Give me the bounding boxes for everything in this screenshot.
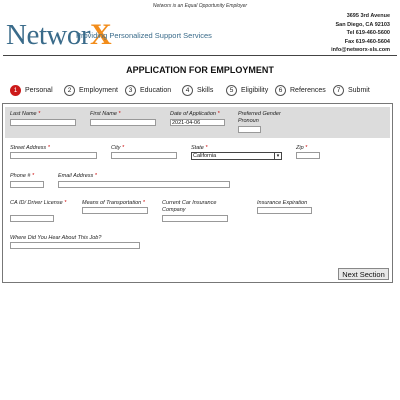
street-address-label: Street Address * xyxy=(10,145,50,151)
contact-address1: 3695 3rd Avenue xyxy=(346,13,390,19)
step-number-icon: 6 xyxy=(275,84,286,96)
step-label: Eligibility xyxy=(241,86,269,94)
step-label: Employment xyxy=(79,86,118,94)
date-of-application-label: Date of Application * xyxy=(170,111,220,117)
last-name-label: Last Name * xyxy=(10,111,41,117)
insurance-expiration-input[interactable] xyxy=(257,207,312,214)
ca-id-label: CA ID/ Driver License * xyxy=(10,200,67,206)
eoe-notice: Networx is an Equal Opportunity Employer xyxy=(152,3,248,9)
contact-email[interactable]: info@networx-sls.com xyxy=(331,46,390,55)
transportation-label: Means of Transportation * xyxy=(82,200,145,206)
step-employment[interactable]: 2 Employment xyxy=(64,83,118,97)
email-input[interactable] xyxy=(58,181,230,188)
step-personal[interactable]: 1 Personal xyxy=(10,83,53,97)
step-education[interactable]: 3 Education xyxy=(125,83,171,97)
zip-label: Zip * xyxy=(296,145,308,151)
first-name-input[interactable] xyxy=(90,119,156,126)
step-number-icon: 4 xyxy=(182,84,193,96)
street-address-input[interactable] xyxy=(10,152,97,159)
tagline: Providing Personalized Support Services xyxy=(76,31,212,40)
insurance-company-input[interactable] xyxy=(162,215,228,222)
contact-tel: Tel 619-460-5600 xyxy=(346,30,390,37)
phone-input[interactable] xyxy=(10,181,44,188)
heard-about-input[interactable] xyxy=(10,242,140,249)
ca-id-input[interactable] xyxy=(10,215,54,222)
last-name-input[interactable] xyxy=(10,119,76,126)
contact-fax: Fax 619-460-5604 xyxy=(344,38,390,45)
step-submit[interactable]: 7 Submit xyxy=(333,83,370,97)
step-label: Personal xyxy=(25,86,53,94)
step-label: Submit xyxy=(348,86,370,94)
phone-label: Phone # * xyxy=(10,173,35,179)
step-number-icon: 2 xyxy=(64,84,75,96)
step-skills[interactable]: 4 Skills xyxy=(182,83,213,97)
date-of-application-input[interactable]: 2021-04-06 xyxy=(170,119,225,126)
step-label: Skills xyxy=(197,86,214,94)
city-input[interactable] xyxy=(111,152,177,159)
state-select[interactable]: California ▾ xyxy=(191,152,282,160)
insurance-expiration-label: Insurance Expiration xyxy=(257,200,308,206)
email-label: Email Address * xyxy=(58,173,97,179)
next-section-button[interactable]: Next Section xyxy=(338,268,389,280)
step-eligibility[interactable]: 5 Eligibility xyxy=(226,83,268,97)
step-number-icon: 5 xyxy=(226,84,237,96)
transportation-input[interactable] xyxy=(82,207,148,214)
state-label: State * xyxy=(191,145,208,151)
city-label: City * xyxy=(111,145,125,151)
pronoun-label: Preferred Gender Pronoun xyxy=(238,111,281,124)
pronoun-input[interactable] xyxy=(238,126,261,133)
step-number-icon: 1 xyxy=(10,84,21,96)
chevron-down-icon[interactable]: ▾ xyxy=(274,153,281,159)
step-number-icon: 7 xyxy=(333,84,344,96)
page-title: APPLICATION FOR EMPLOYMENT xyxy=(126,65,274,75)
contact-block: 3695 3rd Avenue San Diego, CA 92103 Tel … xyxy=(331,12,390,55)
insurance-company-label: Current Car Insurance Company xyxy=(162,200,217,213)
contact-address2: San Diego, CA 92103 xyxy=(335,21,390,28)
zip-input[interactable] xyxy=(296,152,320,159)
step-references[interactable]: 6 References xyxy=(275,83,326,97)
step-number-icon: 3 xyxy=(125,84,136,96)
step-label: References xyxy=(290,86,326,94)
state-value: California xyxy=(193,153,217,159)
heard-about-label: Where Did You Hear About This Job? xyxy=(10,235,102,241)
header-divider xyxy=(3,55,397,56)
step-label: Education xyxy=(140,86,172,94)
first-name-label: First Name * xyxy=(90,111,121,117)
